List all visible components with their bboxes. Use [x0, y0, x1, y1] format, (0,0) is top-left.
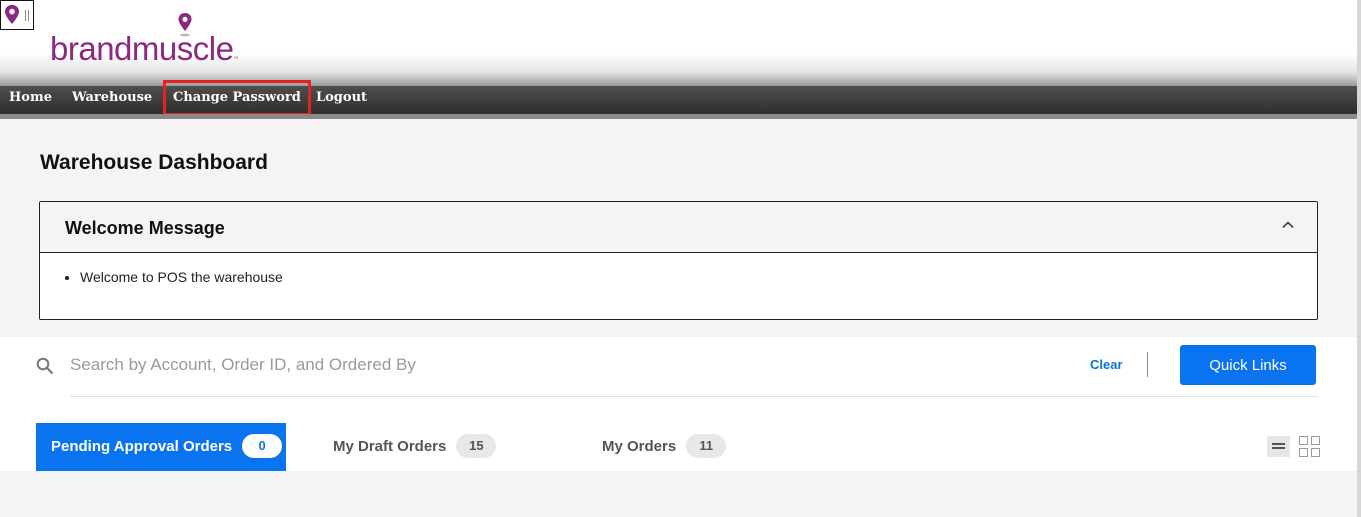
tab-my-draft-orders[interactable]: My Draft Orders 15 [333, 423, 497, 471]
clear-button[interactable]: Clear [1090, 357, 1123, 372]
tab-pending-approval-orders[interactable]: Pending Approval Orders 0 [36, 423, 286, 471]
page-scrollbar[interactable] [1357, 0, 1361, 517]
count-badge: 15 [456, 434, 497, 459]
main-nav: Home Warehouse Change Password Logout [0, 80, 1361, 116]
quick-links-button[interactable]: Quick Links [1180, 345, 1316, 385]
tab-my-orders[interactable]: My Orders 11 [602, 423, 727, 471]
welcome-message-item: Welcome to POS the warehouse [80, 269, 283, 285]
count-badge: 11 [686, 434, 727, 459]
nav-change-password[interactable]: Change Password [163, 80, 311, 116]
location-widget[interactable] [0, 0, 34, 30]
nav-logout[interactable]: Logout [316, 86, 367, 114]
brand-wordmark: brandmuscle™ [50, 30, 238, 67]
grip-icon [25, 10, 29, 21]
chevron-up-icon[interactable] [1281, 218, 1295, 232]
welcome-title: Welcome Message [65, 218, 225, 238]
nav-warehouse[interactable]: Warehouse [72, 86, 152, 114]
count-badge: 0 [242, 434, 283, 459]
tab-label: My Orders [602, 438, 677, 455]
orders-panel: Clear Quick Links Pending Approval Order… [0, 337, 1357, 471]
welcome-panel-header[interactable]: Welcome Message [40, 202, 1317, 253]
welcome-panel: Welcome Message Welcome to POS the wareh… [39, 201, 1318, 320]
welcome-messages: Welcome to POS the warehouse [80, 269, 283, 285]
tab-label: Pending Approval Orders [51, 438, 233, 455]
search-input[interactable] [70, 350, 670, 380]
list-view-icon[interactable] [1267, 436, 1290, 457]
page-title: Warehouse Dashboard [40, 151, 268, 174]
map-pin-icon [5, 5, 19, 24]
nav-home[interactable]: Home [9, 86, 52, 114]
grid-view-icon[interactable] [1299, 436, 1321, 458]
tab-label: My Draft Orders [333, 438, 447, 455]
search-icon [36, 357, 54, 375]
divider [1147, 352, 1148, 377]
nav-divider [0, 114, 1361, 119]
header: brandmuscle™ [0, 0, 1361, 86]
divider [70, 396, 1318, 397]
